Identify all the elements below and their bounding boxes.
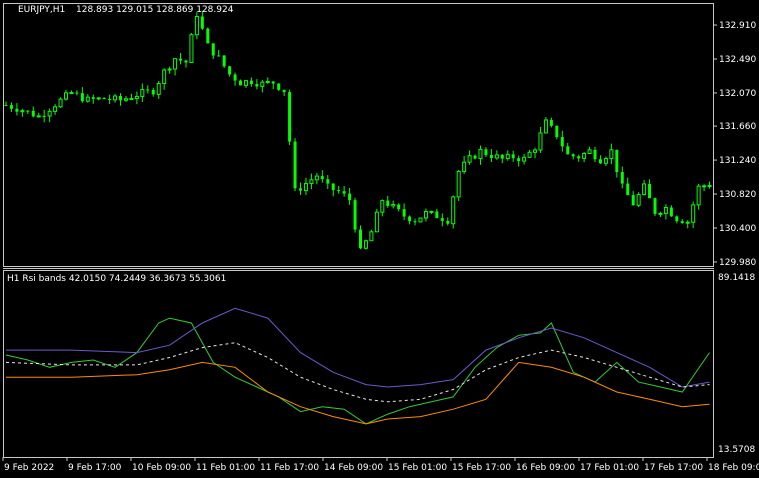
symbol-caption: EURJPY,H1	[18, 5, 66, 15]
indicator-max-label: 89.1418	[718, 273, 756, 283]
candle	[363, 239, 368, 250]
candle	[418, 217, 423, 223]
candle	[222, 55, 226, 69]
time-tick-label: 16 Feb 09:00	[516, 463, 575, 473]
time-tick-label: 10 Feb 09:00	[132, 463, 191, 473]
candle	[194, 11, 199, 40]
time-tick-label: 11 Feb 01:00	[196, 463, 255, 473]
time-tick-label: 14 Feb 09:00	[324, 463, 383, 473]
price-tick-label: 132.490	[719, 55, 756, 65]
candle	[288, 89, 292, 146]
candle	[293, 138, 297, 192]
candle	[58, 97, 63, 108]
indicator-min-label: 13.5708	[718, 445, 756, 455]
candle	[189, 33, 194, 63]
time-tick-label: 15 Feb 01:00	[388, 463, 447, 473]
time-tick-label: 9 Feb 17:00	[68, 463, 122, 473]
chart-background	[0, 0, 759, 478]
price-tick-label: 132.910	[719, 21, 756, 31]
candle	[369, 229, 374, 242]
candle	[636, 192, 641, 208]
price-tick-label: 129.980	[719, 258, 756, 268]
ohlc-caption: 128.893 129.015 128.869 128.924	[76, 5, 234, 15]
candle	[374, 208, 379, 233]
price-tick-label: 131.660	[719, 122, 756, 132]
price-tick-label: 130.820	[719, 190, 756, 200]
candle	[456, 169, 461, 201]
price-tick-label: 130.400	[719, 224, 756, 234]
time-tick-label: 17 Feb 01:00	[580, 463, 639, 473]
time-tick-label: 11 Feb 17:00	[260, 463, 319, 473]
candle	[653, 197, 657, 216]
candle	[543, 117, 548, 134]
candle	[206, 27, 210, 44]
time-tick-label: 9 Feb 2022	[4, 463, 54, 473]
time-tick-label: 15 Feb 17:00	[452, 463, 511, 473]
chart-window: 132.910 132.490 132.070 131.660 131.240 130.8…	[0, 0, 759, 478]
time-tick-label: 17 Feb 17:00	[644, 463, 703, 473]
price-tick-label: 132.070	[719, 89, 756, 99]
candle	[451, 195, 456, 229]
candle	[353, 197, 357, 233]
time-tick-label: 18 Feb 09:00	[708, 463, 759, 473]
price-tick-label: 131.240	[719, 156, 756, 166]
indicator-caption: H1 Rsi bands 42.0150 74.2449 36.3673 55.…	[7, 274, 227, 284]
